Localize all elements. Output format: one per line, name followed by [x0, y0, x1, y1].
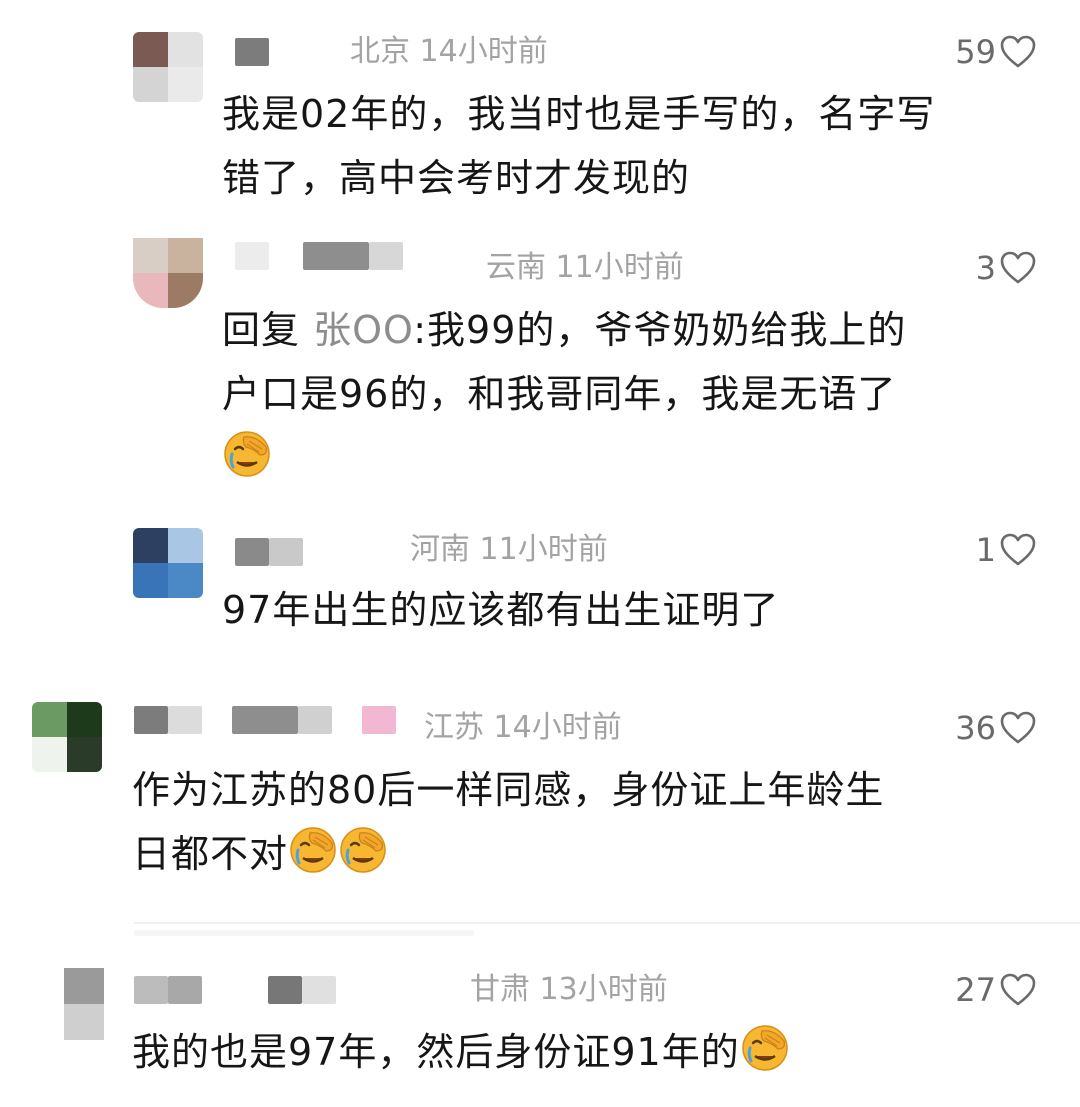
heart-icon[interactable]	[1000, 711, 1036, 745]
avatar[interactable]	[133, 528, 203, 598]
like-button[interactable]: 3	[976, 248, 1036, 288]
comment-text-line: 我是02年的，我当时也是手写的，名字写	[222, 92, 936, 136]
avatar[interactable]	[133, 32, 203, 102]
comment-text-part: 我的也是97年，然后身份证91年的	[132, 1030, 740, 1074]
emoji-line	[222, 426, 906, 490]
avatar[interactable]	[64, 968, 104, 1040]
comment-text-line: 我的也是97年，然后身份证91年的	[132, 1020, 790, 1084]
avatar[interactable]	[32, 702, 102, 772]
username-blurred[interactable]	[235, 236, 403, 276]
username-blurred[interactable]	[235, 532, 303, 572]
reply-username[interactable]: 张OO	[313, 308, 413, 352]
like-count: 1	[975, 531, 996, 569]
username-blurred[interactable]	[235, 32, 269, 72]
comment-text-line: 日都不对	[132, 822, 884, 886]
heart-icon[interactable]	[1000, 251, 1036, 285]
facepalm-emoji-icon	[288, 825, 338, 875]
comment-text-line: 97年出生的应该都有出生证明了	[222, 588, 780, 632]
comment-text-line: 户口是96的，和我哥同年，我是无语了	[222, 372, 897, 416]
comment-text-part: :我99的，爷爷奶奶给我上的	[413, 308, 907, 352]
heart-icon[interactable]	[1000, 533, 1036, 567]
location-time: 江苏 14小时前	[424, 710, 622, 745]
avatar[interactable]	[133, 238, 203, 308]
comment-text: 97年出生的应该都有出生证明了	[222, 578, 779, 642]
comment-text: 回复 张OO:我99的，爷爷奶奶给我上的 户口是96的，和我哥同年，我是无语了	[222, 298, 906, 490]
section-divider	[134, 922, 1080, 924]
facepalm-emoji-icon	[338, 825, 388, 875]
like-button[interactable]: 1	[976, 530, 1036, 570]
comment-text: 作为江苏的80后一样同感，身份证上年龄生 日都不对	[132, 758, 884, 886]
like-button[interactable]: 27	[955, 970, 1036, 1010]
comment-text-line: 作为江苏的80后一样同感，身份证上年龄生	[132, 768, 885, 812]
reply-prefix: 回复	[222, 308, 314, 352]
location-time: 河南 11小时前	[410, 532, 608, 567]
like-count: 59	[955, 33, 996, 71]
location-time: 北京 14小时前	[350, 34, 548, 69]
heart-icon[interactable]	[1000, 35, 1036, 69]
comment-text: 我是02年的，我当时也是手写的，名字写 错了，高中会考时才发现的	[222, 82, 935, 210]
comment-text-line: 回复 张OO:我99的，爷爷奶奶给我上的	[222, 298, 906, 362]
username-blurred[interactable]	[134, 970, 336, 1010]
username-blurred[interactable]	[134, 700, 396, 740]
like-count: 36	[955, 709, 996, 747]
like-button[interactable]: 36	[955, 708, 1036, 748]
location-time: 甘肃 13小时前	[470, 972, 668, 1007]
comment-text: 我的也是97年，然后身份证91年的	[132, 1020, 790, 1084]
facepalm-emoji-icon	[740, 1023, 790, 1073]
comment-text-line: 错了，高中会考时才发现的	[222, 156, 691, 200]
like-count: 27	[955, 971, 996, 1009]
facepalm-emoji-icon	[222, 429, 272, 479]
comment-text-part: 日都不对	[132, 832, 289, 876]
heart-icon[interactable]	[1000, 973, 1036, 1007]
like-count: 3	[975, 249, 996, 287]
location-time: 云南 11小时前	[486, 250, 684, 285]
like-button[interactable]: 59	[955, 32, 1036, 72]
section-divider-shadow	[134, 930, 474, 936]
